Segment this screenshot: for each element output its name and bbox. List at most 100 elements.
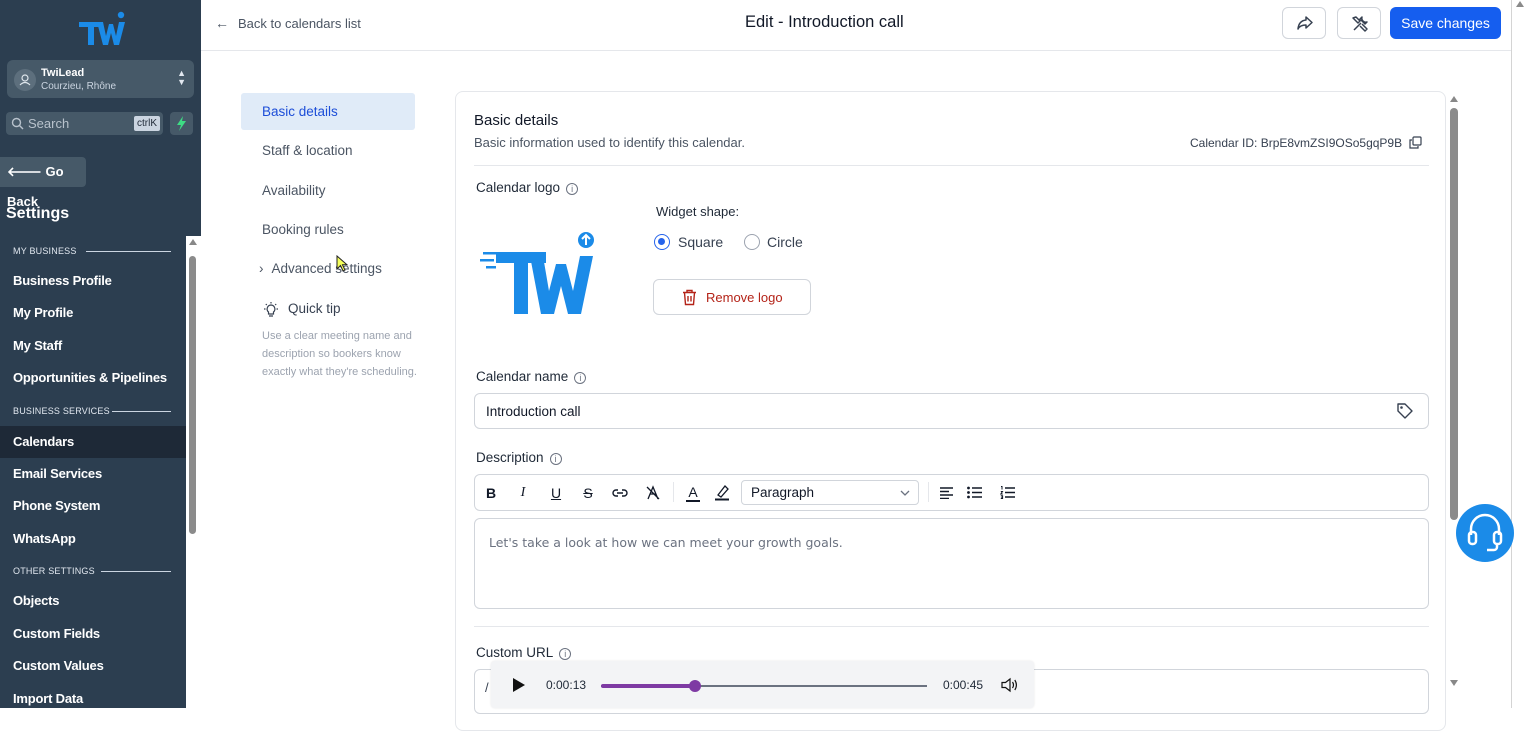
quick-actions-button[interactable] — [170, 112, 193, 135]
tools-button[interactable] — [1337, 7, 1381, 39]
support-chat-button[interactable] — [1456, 504, 1514, 562]
sidebar: TwiLead Courzieu, Rhône ▲ ▼ Search ctrlK … — [0, 0, 201, 708]
subnav-advanced-settings[interactable]: › Advanced settings — [241, 250, 415, 287]
chevron-right-icon: › — [259, 261, 264, 276]
section-other-settings: OTHER SETTINGS — [13, 566, 95, 576]
twilead-logo[interactable] — [75, 8, 127, 48]
calendar-name-label-text: Calendar name — [476, 369, 569, 384]
search-icon — [11, 117, 24, 130]
shape-circle-label[interactable]: Circle — [767, 234, 803, 250]
account-switcher[interactable]: TwiLead Courzieu, Rhône ▲ ▼ — [7, 60, 194, 98]
align-left-icon[interactable] — [940, 487, 954, 499]
subnav-staff-location[interactable]: Staff & location — [241, 132, 415, 169]
scrollbar-thumb[interactable] — [189, 256, 196, 534]
bold-icon[interactable]: B — [484, 485, 498, 501]
sidebar-item-email-services[interactable]: Email Services — [0, 458, 186, 490]
calendar-logo-image[interactable] — [480, 230, 598, 318]
audio-player: 0:00:13 0:00:45 — [491, 661, 1034, 708]
remove-logo-label: Remove logo — [706, 290, 783, 305]
section-divider — [101, 571, 171, 572]
description-label: Description i — [476, 450, 562, 465]
info-icon[interactable]: i — [566, 183, 579, 195]
sidebar-item-my-staff[interactable]: My Staff — [0, 330, 186, 362]
underline-icon[interactable]: U — [549, 485, 563, 501]
numbered-list-icon[interactable] — [1000, 486, 1015, 499]
chevron-down-icon — [900, 490, 910, 496]
scroll-up-arrow-icon[interactable] — [189, 239, 197, 245]
scroll-up-arrow-icon[interactable] — [1450, 96, 1458, 102]
sidebar-item-phone-system[interactable]: Phone System — [0, 490, 186, 522]
subnav-basic-details[interactable]: Basic details — [241, 93, 415, 130]
arrow-left-icon: ← — [215, 15, 229, 31]
highlight-icon[interactable] — [714, 484, 730, 501]
search-shortcut: ctrlK — [134, 116, 160, 131]
content-scrollbar[interactable] — [1448, 94, 1460, 690]
mouse-cursor-icon — [336, 255, 349, 272]
page-title: Edit - Introduction call — [745, 13, 904, 31]
subnav-advanced-settings-label: Advanced settings — [271, 261, 382, 276]
account-location: Courzieu, Rhône — [41, 81, 117, 92]
section-divider — [112, 411, 171, 412]
save-changes-button[interactable]: Save changes — [1390, 7, 1501, 39]
total-time: 0:00:45 — [943, 678, 984, 692]
window-border — [1511, 0, 1512, 708]
sidebar-search[interactable]: Search ctrlK — [6, 112, 163, 135]
seek-handle[interactable] — [689, 680, 701, 692]
scroll-down-arrow-icon[interactable] — [1450, 680, 1458, 686]
scroll-up-arrow-icon[interactable] — [1516, 1, 1524, 7]
bullet-list-icon[interactable] — [967, 486, 982, 499]
shape-circle-radio[interactable] — [744, 234, 760, 250]
sidebar-item-business-profile[interactable]: Business Profile — [0, 265, 186, 297]
sidebar-item-custom-fields[interactable]: Custom Fields — [0, 618, 186, 650]
calendar-name-input[interactable]: Introduction call — [474, 393, 1429, 429]
section-divider — [474, 626, 1429, 627]
info-icon[interactable]: i — [559, 648, 572, 660]
sidebar-scrollbar[interactable] — [186, 236, 201, 708]
back-link-label: Back to calendars list — [238, 16, 361, 31]
clear-formatting-icon[interactable] — [645, 485, 661, 500]
go-back-button[interactable]: 🡐 Go Back — [0, 157, 86, 209]
shape-square-label[interactable]: Square — [678, 234, 723, 250]
sidebar-item-custom-values[interactable]: Custom Values — [0, 650, 186, 682]
play-icon[interactable] — [512, 677, 526, 693]
calendar-name-label: Calendar name i — [476, 369, 587, 384]
sidebar-item-calendars[interactable]: Calendars — [0, 426, 186, 458]
remove-logo-button[interactable]: Remove logo — [653, 279, 811, 315]
quick-tip-text: Use a clear meeting name and description… — [262, 330, 417, 378]
text-color-icon[interactable]: A — [686, 485, 700, 502]
info-icon[interactable]: i — [549, 453, 562, 465]
sidebar-item-objects[interactable]: Objects — [0, 585, 186, 617]
section-subtitle: Basic information used to identify this … — [474, 135, 745, 150]
description-editor[interactable]: Let's take a look at how we can meet you… — [474, 518, 1429, 609]
italic-icon[interactable]: I — [516, 485, 530, 501]
sidebar-item-whatsapp[interactable]: WhatsApp — [0, 523, 186, 555]
widget-shape-label: Widget shape: — [656, 204, 740, 219]
share-icon — [1297, 16, 1313, 30]
toolbar-divider — [673, 482, 674, 502]
strikethrough-icon[interactable]: S — [581, 485, 595, 501]
copy-icon[interactable] — [1409, 136, 1423, 149]
link-icon[interactable] — [612, 486, 628, 500]
scrollbar-thumb[interactable] — [1450, 108, 1458, 520]
sidebar-item-my-profile[interactable]: My Profile — [0, 297, 186, 329]
calendar-id: Calendar ID: BrpE8vmZSI9OSo5gqP9B — [1190, 136, 1423, 150]
subnav-booking-rules[interactable]: Booking rules — [241, 211, 415, 248]
search-placeholder: Search — [28, 116, 70, 131]
back-to-calendars-link[interactable]: ← Back to calendars list — [215, 15, 361, 31]
paragraph-select[interactable]: Paragraph — [741, 480, 919, 505]
tag-icon[interactable] — [1396, 402, 1414, 420]
info-icon[interactable]: i — [574, 372, 587, 384]
subnav-availability[interactable]: Availability — [241, 172, 415, 209]
section-title: Basic details — [474, 112, 559, 129]
shape-square-radio[interactable] — [654, 234, 670, 250]
description-label-text: Description — [476, 450, 544, 465]
sidebar-item-import-data[interactable]: Import Data — [0, 683, 186, 715]
share-button[interactable] — [1282, 7, 1326, 39]
custom-url-label-text: Custom URL — [476, 645, 554, 660]
sidebar-item-opportunities-pipelines[interactable]: Opportunities & Pipelines — [0, 362, 186, 394]
calendar-logo-label-text: Calendar logo — [476, 180, 561, 195]
section-divider — [474, 165, 1429, 166]
calendar-id-text: Calendar ID: BrpE8vmZSI9OSo5gqP9B — [1190, 136, 1403, 150]
settings-title: Settings — [6, 205, 70, 222]
volume-icon[interactable] — [1001, 677, 1019, 693]
